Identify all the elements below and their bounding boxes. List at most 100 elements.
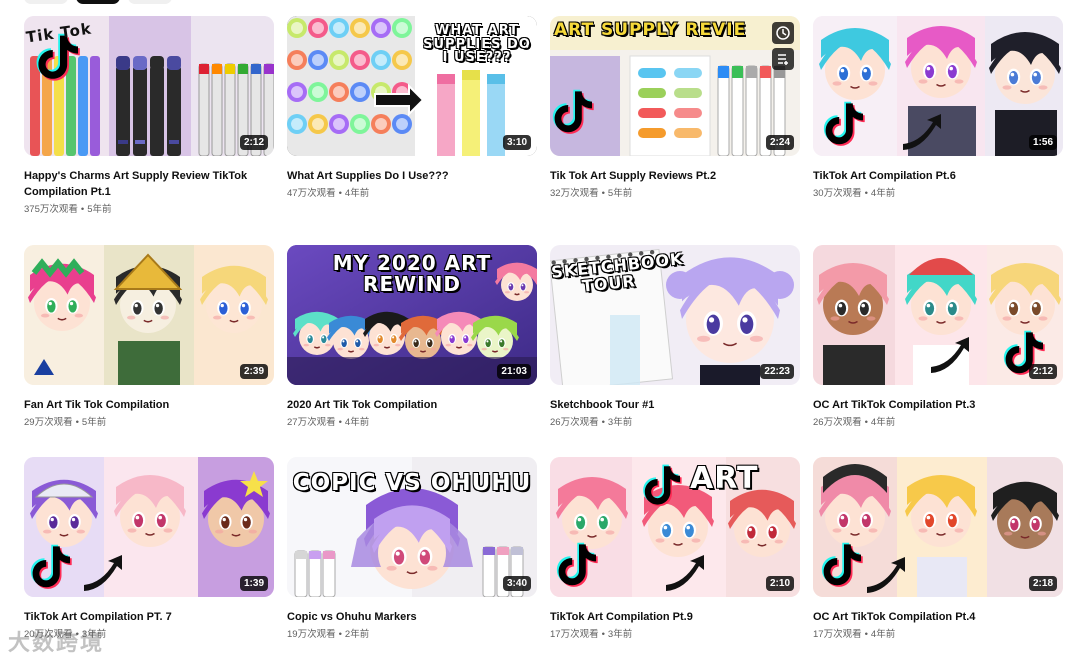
video-meta: 27万次观看 • 4年前 (287, 417, 370, 428)
video-meta: 26万次观看 • 3年前 (550, 417, 633, 428)
video-duration: 2:18 (1028, 576, 1057, 591)
video-title[interactable]: Tik Tok Art Supply Reviews Pt.2 (550, 168, 800, 184)
video-duration: 22:23 (760, 364, 794, 379)
thumbnail-image (24, 457, 274, 597)
view-count: 26万次观看 (813, 417, 862, 428)
thumbnail-overlay-text: ART SUPPLY REVIE (554, 20, 747, 40)
video-card[interactable]: 2:18 OC Art TikTok Compilation Pt.4 17万次… (813, 457, 1063, 642)
video-thumbnail[interactable]: 1:56 (813, 16, 1063, 156)
video-thumbnail[interactable]: Tik Tok 2:12 (24, 16, 274, 156)
video-title[interactable]: Copic vs Ohuhu Markers (287, 609, 537, 625)
watch-later-button[interactable] (772, 22, 794, 44)
video-meta: 17万次观看 • 3年前 (550, 629, 633, 640)
filter-chip[interactable] (128, 0, 172, 4)
view-count: 47万次观看 (287, 188, 336, 199)
upload-age: 4年前 (870, 188, 896, 199)
video-thumbnail[interactable]: 2:18 (813, 457, 1063, 597)
video-title[interactable]: What Art Supplies Do I Use??? (287, 168, 537, 184)
upload-age: 4年前 (870, 629, 896, 640)
video-card[interactable]: ART 2:10 TikTok Art Compilation Pt.9 17万… (550, 457, 800, 642)
video-thumbnail[interactable]: 2:12 (813, 245, 1063, 385)
thumbnail-image (813, 16, 1063, 156)
video-duration: 2:12 (1028, 364, 1057, 379)
upload-age: 4年前 (344, 188, 370, 199)
video-thumbnail[interactable]: WHAT ART SUPPLIES DO I USE??? 3:10 (287, 16, 537, 156)
video-thumbnail[interactable]: MY 2020 ART REWIND 21:03 (287, 245, 537, 385)
video-meta: 17万次观看 • 4年前 (813, 629, 896, 640)
thumbnail-overlay-text: WHAT ART SUPPLIES DO I USE??? (423, 23, 531, 66)
upload-age: 2年前 (344, 629, 370, 640)
upload-age: 5年前 (87, 204, 112, 215)
upload-age: 4年前 (344, 417, 370, 428)
view-count: 26万次观看 (550, 417, 599, 428)
filter-chip[interactable] (24, 0, 68, 4)
thumbnail-overlay-text: COPIC VS OHUHU (292, 470, 532, 496)
video-meta: 19万次观看 • 2年前 (287, 629, 370, 640)
video-meta: 47万次观看 • 4年前 (287, 188, 370, 199)
video-duration: 2:39 (239, 364, 268, 379)
view-count: 32万次观看 (550, 188, 599, 199)
video-duration: 1:39 (239, 576, 268, 591)
video-title[interactable]: Fan Art Tik Tok Compilation (24, 397, 274, 413)
video-thumbnail[interactable]: COPIC VS OHUHU 3:40 (287, 457, 537, 597)
video-duration: 2:12 (239, 135, 268, 150)
video-meta: 26万次观看 • 4年前 (813, 417, 896, 428)
video-duration: 1:56 (1028, 135, 1057, 150)
video-title[interactable]: 2020 Art Tik Tok Compilation (287, 397, 537, 413)
view-count: 375万次观看 (24, 204, 78, 215)
video-meta: 29万次观看 • 5年前 (24, 417, 107, 428)
upload-age: 4年前 (870, 417, 896, 428)
video-thumbnail[interactable]: 1:39 (24, 457, 274, 597)
video-duration: 3:10 (502, 135, 531, 150)
view-count: 27万次观看 (287, 417, 336, 428)
video-card[interactable]: 1:56 TikTok Art Compilation Pt.6 30万次观看 •… (813, 16, 1063, 201)
video-thumbnail[interactable]: 2:39 (24, 245, 274, 385)
thumbnail-image (813, 245, 1063, 385)
view-count: 29万次观看 (24, 417, 73, 428)
upload-age: 3年前 (607, 417, 633, 428)
video-card[interactable]: 2:12 OC Art TikTok Compilation Pt.3 26万次… (813, 245, 1063, 430)
watermark: 大数跨境 (8, 631, 105, 656)
video-card[interactable]: ART SUPPLY REVIE 2:24 Tik Tok Art Supply… (550, 16, 800, 201)
view-count: 17万次观看 (813, 629, 862, 640)
video-card[interactable]: WHAT ART SUPPLIES DO I USE??? 3:10 What … (287, 16, 537, 201)
video-thumbnail[interactable]: ART 2:10 (550, 457, 800, 597)
add-to-queue-button[interactable] (772, 48, 794, 70)
video-card[interactable]: 1:39 TikTok Art Compilation PT. 7 20万次观看… (24, 457, 274, 642)
view-count: 19万次观看 (287, 629, 336, 640)
video-title[interactable]: TikTok Art Compilation Pt.6 (813, 168, 1063, 184)
video-card[interactable]: 2:39 Fan Art Tik Tok Compilation 29万次观看 •… (24, 245, 274, 430)
video-card[interactable]: Tik Tok 2:12 Happy's Charms Art Supply R… (24, 16, 274, 217)
upload-age: 3年前 (607, 629, 633, 640)
thumbnail-image (550, 457, 800, 597)
video-thumbnail[interactable]: ART SUPPLY REVIE 2:24 (550, 16, 800, 156)
upload-age: 5年前 (607, 188, 633, 199)
thumbnail-image (24, 245, 274, 385)
upload-age: 5年前 (81, 417, 107, 428)
video-thumbnail[interactable]: SKETCHBOOK TOUR 22:23 (550, 245, 800, 385)
video-title[interactable]: OC Art TikTok Compilation Pt.3 (813, 397, 1063, 413)
thumbnail-image (813, 457, 1063, 597)
video-card[interactable]: SKETCHBOOK TOUR 22:23 Sketchbook Tour #1… (550, 245, 800, 430)
video-title[interactable]: Sketchbook Tour #1 (550, 397, 800, 413)
clock-icon (776, 26, 790, 40)
video-card[interactable]: MY 2020 ART REWIND 21:03 2020 Art Tik To… (287, 245, 537, 430)
video-duration: 21:03 (497, 364, 531, 379)
video-title[interactable]: Happy's Charms Art Supply Review TikTok … (24, 168, 274, 200)
thumbnail-overlay-text: MY 2020 ART REWIND (332, 251, 492, 296)
video-meta: 375万次观看 • 5年前 (24, 204, 112, 215)
thumbnail-overlay-text: ART (690, 461, 759, 496)
video-card[interactable]: COPIC VS OHUHU 3:40 Copic vs Ohuhu Marke… (287, 457, 537, 642)
video-duration: 2:24 (765, 135, 794, 150)
video-title[interactable]: TikTok Art Compilation Pt.9 (550, 609, 800, 625)
video-duration: 2:10 (765, 576, 794, 591)
video-meta: 32万次观看 • 5年前 (550, 188, 633, 199)
video-title[interactable]: TikTok Art Compilation PT. 7 (24, 609, 274, 625)
video-duration: 3:40 (502, 576, 531, 591)
filter-chip-active[interactable] (76, 0, 120, 4)
view-count: 17万次观看 (550, 629, 599, 640)
queue-icon (778, 54, 788, 65)
video-meta: 30万次观看 • 4年前 (813, 188, 896, 199)
video-title[interactable]: OC Art TikTok Compilation Pt.4 (813, 609, 1063, 625)
view-count: 30万次观看 (813, 188, 862, 199)
